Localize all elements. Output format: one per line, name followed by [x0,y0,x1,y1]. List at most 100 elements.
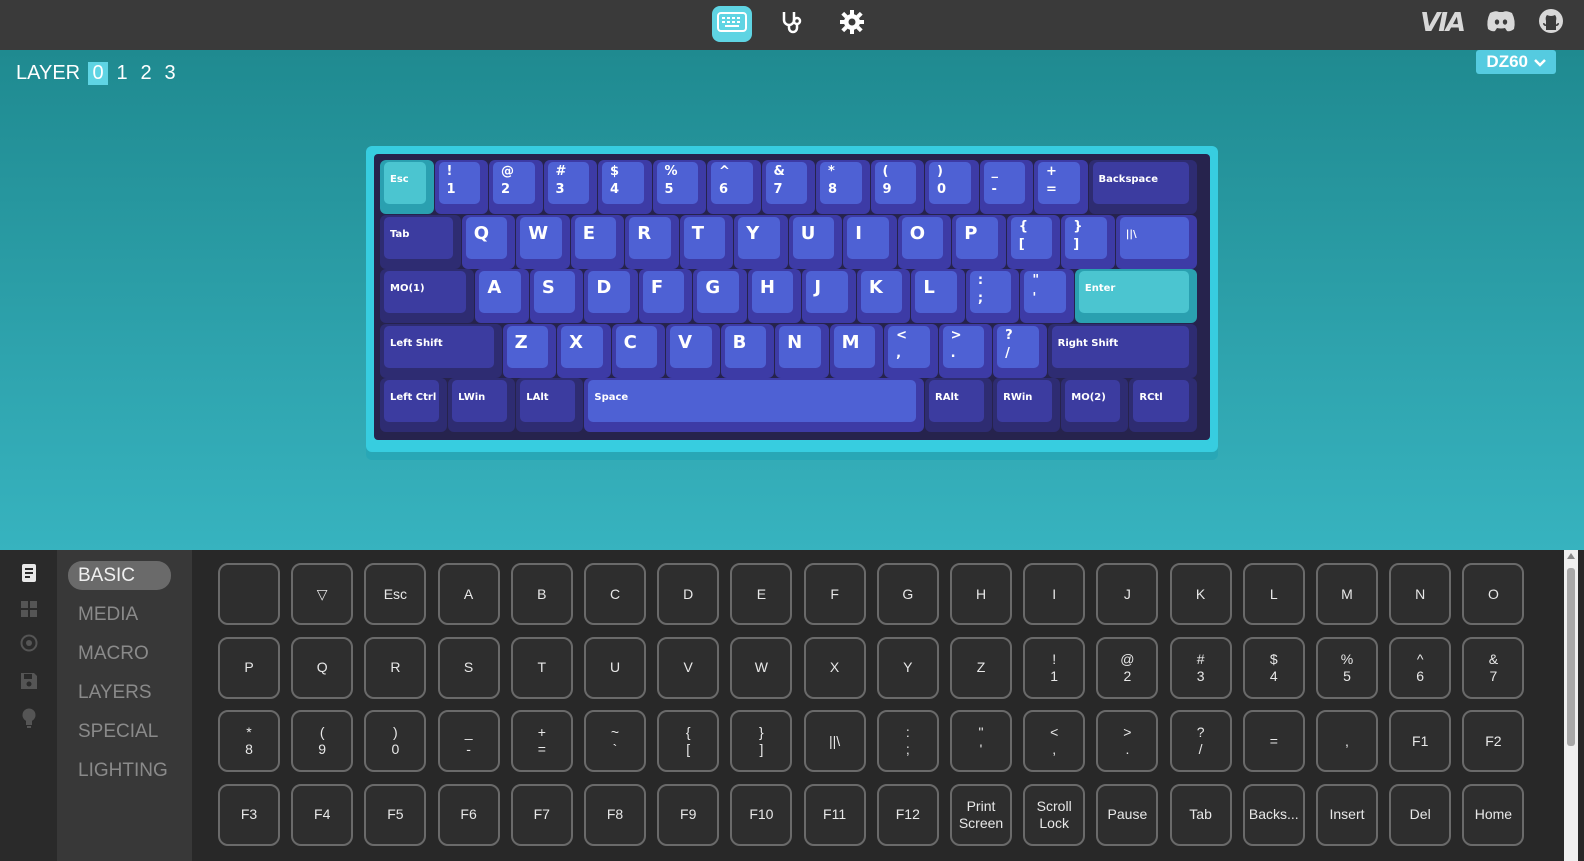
key-ralt[interactable]: RAlt [925,378,993,432]
configure-tab[interactable] [712,6,752,42]
keycode-f[interactable]: F [803,563,866,625]
key-u[interactable]: U [788,214,843,269]
keycode-t[interactable]: T [510,636,573,699]
menu-media[interactable]: MEDIA [68,600,171,629]
key-j[interactable]: J [802,269,856,323]
keycode-tab[interactable]: Tab [1169,783,1232,846]
key-left-shift[interactable]: Left Shift [380,323,502,378]
key-space[interactable]: Space [584,378,924,432]
keycode-5[interactable]: % 5 [1316,636,1378,699]
keycode-f10[interactable]: F10 [730,783,793,846]
key-4[interactable]: $4 [598,160,652,214]
keycode-f5[interactable]: F5 [364,783,427,846]
key-3[interactable]: #3 [543,160,597,214]
key-w[interactable]: W [516,214,570,269]
keycode-blank-2-6[interactable]: {[ [657,710,720,772]
keycode-f8[interactable]: F8 [584,783,646,846]
keycode-blank-2-10[interactable]: " ' [950,710,1012,772]
key-x[interactable]: X [557,323,611,378]
key-i[interactable]: I [843,214,897,269]
key-c[interactable]: C [611,323,666,378]
test-tab[interactable] [772,6,812,42]
key-b[interactable]: B [720,323,775,378]
key-g[interactable]: G [693,269,747,323]
key-t[interactable]: T [679,214,734,269]
key-[interactable]: + = [1034,160,1088,214]
settings-tab[interactable] [832,6,872,42]
layer-2-button[interactable]: 2 [136,62,156,85]
key-y[interactable]: Y [734,214,788,269]
layer-3-button[interactable]: 3 [160,62,180,85]
key-p[interactable]: P [952,214,1006,269]
key-q[interactable]: Q [461,214,516,269]
keycode-q[interactable]: Q [291,636,354,699]
keycode-blank-2-9[interactable]: :; [876,710,939,772]
keycode-w[interactable]: W [730,636,793,699]
key-2[interactable]: @2 [489,160,543,214]
keycode-x[interactable]: X [803,636,866,699]
keycode-f3[interactable]: F3 [218,783,280,846]
keycode-print-screen[interactable]: Print Screen [950,783,1012,846]
keycode-f11[interactable]: F11 [803,783,866,846]
key-rctl[interactable]: RCtl [1129,378,1197,432]
key-right-shift[interactable]: Right Shift [1047,323,1197,378]
keycode-scroll-lock[interactable]: Scroll Lock [1023,783,1086,846]
keycode-blank-2-4[interactable]: + = [510,710,573,772]
keycode-f2[interactable]: F2 [1462,710,1525,772]
menu-layers[interactable]: LAYERS [68,678,171,707]
keycode-k[interactable]: K [1169,563,1232,625]
key-enter[interactable]: Enter [1074,269,1197,323]
key-lalt[interactable]: LAlt [516,378,584,432]
key-mo-2[interactable]: MO(2) [1061,378,1129,432]
keycode-insert[interactable]: Insert [1316,783,1378,846]
github-icon[interactable] [1538,8,1564,38]
key-[interactable]: _ - [979,160,1033,214]
key-[interactable]: ? / [993,323,1047,378]
keycode-scrollbar[interactable] [1564,550,1578,861]
keycode-blank-2-12[interactable]: >. [1096,710,1159,772]
key-[interactable]: ||\ [1115,214,1197,269]
keycode-blank-2-11[interactable]: <, [1023,710,1086,772]
key-8[interactable]: * 8 [816,160,870,214]
key-z[interactable]: Z [502,323,557,378]
keycode-v[interactable]: V [657,636,720,699]
keycode-f7[interactable]: F7 [510,783,573,846]
keycode-blank-2-3[interactable]: _ - [437,710,500,772]
keycode-1[interactable]: ! 1 [1023,636,1086,699]
key-rwin[interactable]: RWin [993,378,1061,432]
save-icon[interactable] [19,671,39,691]
key-mo-1[interactable]: MO(1) [380,269,475,323]
key-r[interactable]: R [625,214,679,269]
keycode-blank-2-5[interactable]: ~ ` [584,710,646,772]
keycode-a[interactable]: A [437,563,500,625]
keycode-3[interactable]: #3 [1169,636,1232,699]
key-0[interactable]: ) 0 [925,160,979,214]
discord-icon[interactable] [1486,10,1516,36]
keycode-d[interactable]: D [657,563,720,625]
keycode-9[interactable]: (9 [291,710,354,772]
keycode-y[interactable]: Y [876,636,939,699]
bulb-icon[interactable] [19,708,39,728]
keycode-esc[interactable]: Esc [364,563,427,625]
keycode-l[interactable]: L [1242,563,1305,625]
keycode-h[interactable]: H [950,563,1012,625]
key-a[interactable]: A [475,269,529,323]
device-selector[interactable]: DZ60 [1476,50,1556,74]
keycode-r[interactable]: R [364,636,427,699]
keycode-backs[interactable]: Backs... [1242,783,1305,846]
keycode-p[interactable]: P [218,636,280,699]
keycode-6[interactable]: ^ 6 [1389,636,1452,699]
keycode-s[interactable]: S [437,636,500,699]
keycode-o[interactable]: O [1462,563,1525,625]
keycode-f1[interactable]: F1 [1389,710,1452,772]
layer-1-button[interactable]: 1 [112,62,132,85]
key-5[interactable]: % 5 [652,160,706,214]
key-backspace[interactable]: Backspace [1088,160,1197,214]
keycode-f9[interactable]: F9 [657,783,720,846]
target-icon[interactable] [19,633,39,653]
menu-basic[interactable]: BASIC [68,561,171,590]
menu-macro[interactable]: MACRO [68,639,171,668]
layer-0-button[interactable]: 0 [88,62,109,85]
document-icon[interactable] [19,563,39,583]
keycode-del[interactable]: Del [1389,783,1452,846]
